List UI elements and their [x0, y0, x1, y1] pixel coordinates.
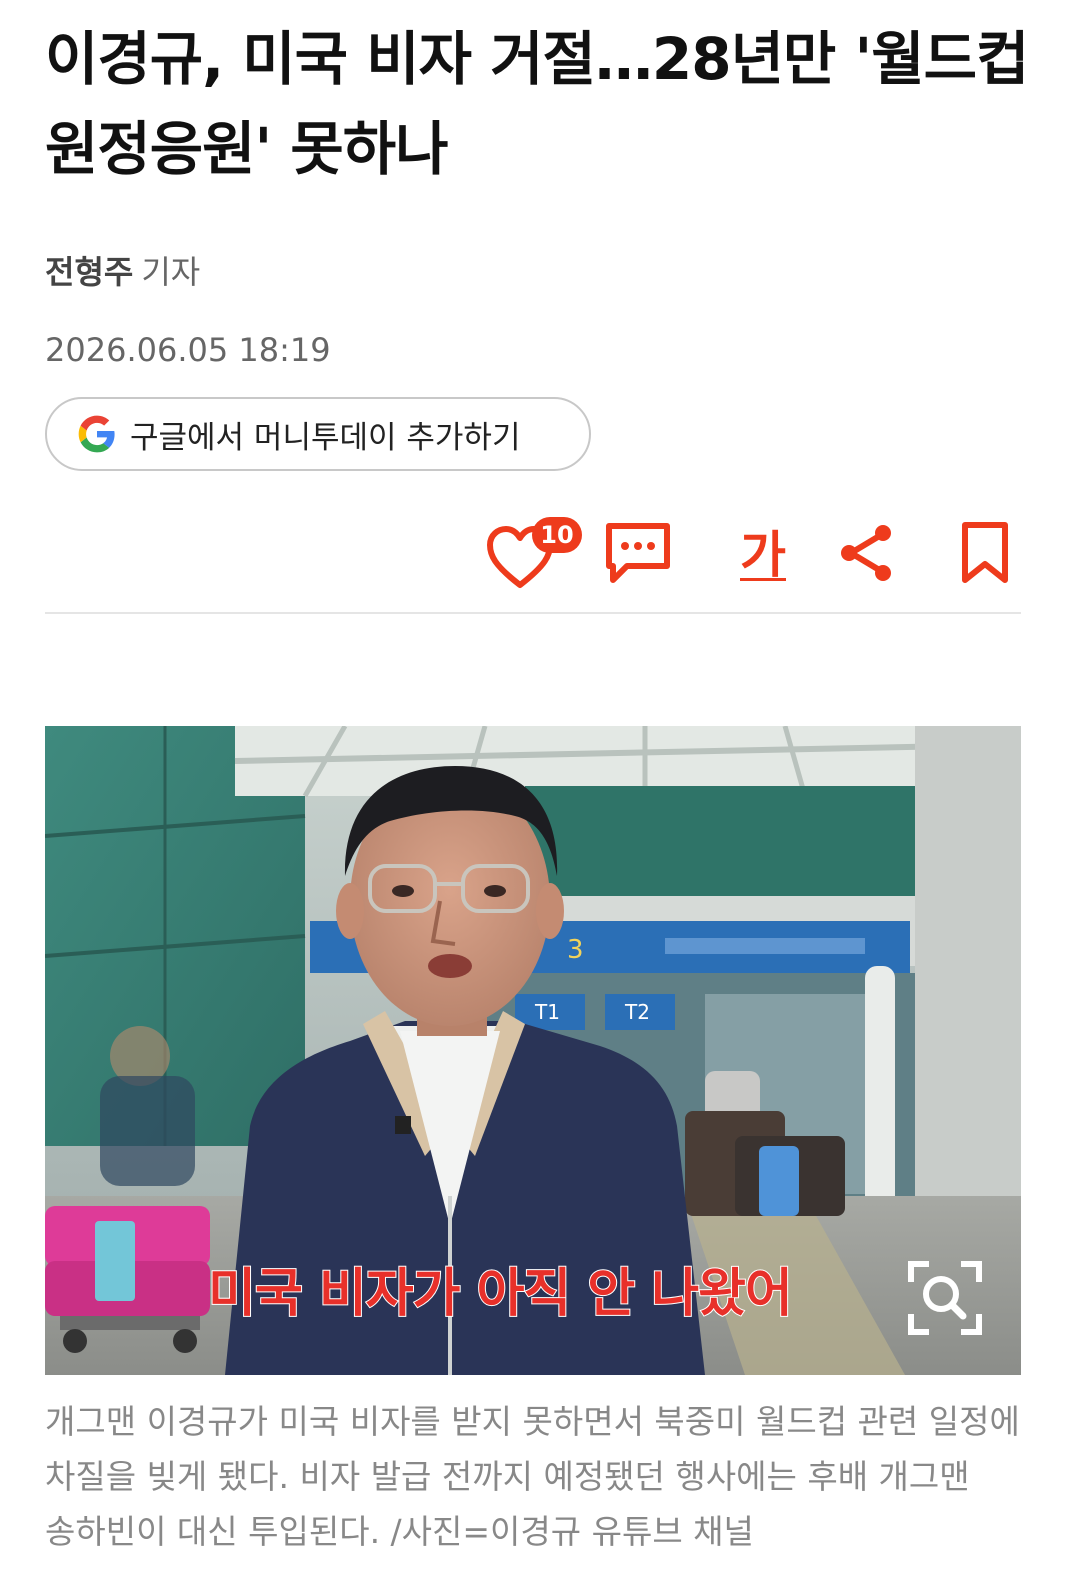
terminal-t2-sign: T2 [624, 1000, 650, 1024]
article-photo[interactable]: 3 T1 T2 미국 비자가 아직 안 나왔어 [45, 726, 1021, 1375]
gate-number-sign: 3 [567, 935, 584, 965]
bookmark-icon [959, 520, 1011, 590]
publish-date: 2026.06.05 18:19 [45, 331, 331, 369]
section-divider [45, 612, 1021, 614]
byline: 전형주 기자 [45, 248, 200, 296]
comment-icon [603, 520, 673, 590]
video-subtitle: 미국 비자가 아직 안 나왔어 [207, 1263, 794, 1325]
author-name[interactable]: 전형주 [45, 253, 133, 291]
add-google-source-button[interactable]: 구글에서 머니투데이 추가하기 [45, 397, 591, 471]
bookmark-button[interactable] [950, 515, 1020, 595]
zoom-search-icon [903, 1256, 987, 1340]
article-page: 이경규, 미국 비자 거절…28년만 '월드컵 원정응원' 못하나 전형주 기자 … [0, 0, 1080, 1589]
author-role: 기자 [141, 253, 201, 291]
article-action-bar: 10 가 [480, 515, 1040, 595]
like-button[interactable]: 10 [484, 515, 584, 595]
like-count-badge: 10 [532, 517, 582, 553]
add-google-source-label: 구글에서 머니투데이 추가하기 [130, 419, 521, 456]
share-button[interactable] [832, 515, 902, 595]
share-icon [835, 521, 899, 589]
article-headline: 이경규, 미국 비자 거절…28년만 '월드컵 원정응원' 못하나 [45, 25, 1029, 183]
photo-caption: 개그맨 이경규가 미국 비자를 받지 못하면서 북중미 월드컵 관련 일정에 차… [45, 1402, 1020, 1551]
terminal-t1-sign: T1 [534, 1000, 560, 1024]
comment-button[interactable] [598, 515, 678, 595]
zoom-photo-button[interactable] [903, 1256, 987, 1340]
google-g-icon [76, 413, 118, 455]
font-size-button[interactable]: 가 [728, 515, 798, 595]
font-size-icon: 가 [740, 526, 786, 584]
